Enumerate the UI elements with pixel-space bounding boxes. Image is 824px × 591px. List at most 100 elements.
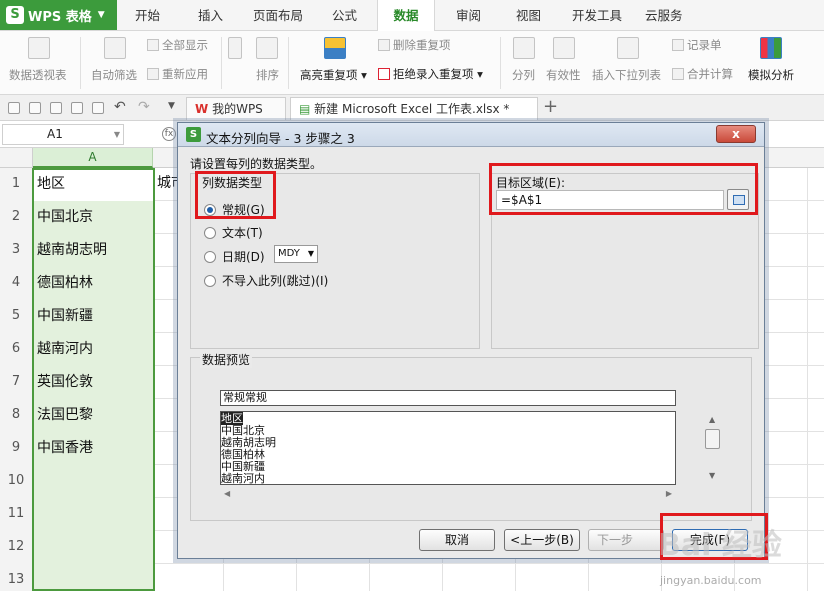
cancel-button[interactable]: 取消 bbox=[419, 529, 495, 551]
close-button[interactable]: x bbox=[716, 125, 756, 143]
preview-horizontal-scrollbar[interactable]: ◀ ▶ bbox=[220, 489, 676, 501]
row-header[interactable]: 4 bbox=[0, 267, 33, 300]
cell-a[interactable] bbox=[33, 498, 153, 531]
cell-a[interactable]: 地区 bbox=[33, 168, 153, 201]
cell-a[interactable] bbox=[33, 531, 153, 564]
tab-home[interactable]: 开始 bbox=[135, 0, 160, 31]
highlight-duplicates-icon bbox=[324, 37, 346, 59]
record-form-icon bbox=[672, 39, 684, 51]
row-header[interactable]: 6 bbox=[0, 333, 33, 366]
tab-formula[interactable]: 公式 bbox=[332, 0, 357, 31]
data-preview-title: 数据预览 bbox=[200, 351, 253, 368]
tab-review[interactable]: 审阅 bbox=[456, 0, 481, 31]
scroll-right-icon[interactable]: ▶ bbox=[666, 489, 672, 498]
cell-a[interactable]: 越南河内 bbox=[33, 333, 153, 366]
preview-row-text: 越南河内 bbox=[221, 472, 265, 485]
merge-calc-icon bbox=[672, 68, 684, 80]
cell-a[interactable] bbox=[33, 564, 153, 591]
radio-date[interactable]: 日期(D) bbox=[204, 248, 265, 265]
pivot-table-button[interactable]: 数据透视表 bbox=[9, 67, 67, 83]
sort-button[interactable]: 排序 bbox=[256, 67, 279, 83]
autofilter-button[interactable]: 自动筛选 bbox=[91, 67, 137, 83]
record-form-button[interactable]: 记录单 bbox=[672, 37, 722, 53]
row-header[interactable]: 11 bbox=[0, 498, 33, 531]
tab-workbook[interactable]: ▤ 新建 Microsoft Excel 工作表.xlsx * ✕ bbox=[290, 97, 538, 138]
row-header[interactable]: 7 bbox=[0, 366, 33, 399]
insert-function-icon[interactable]: fx bbox=[162, 127, 176, 141]
highlight-duplicates-button[interactable]: 高亮重复项 ▾ bbox=[300, 67, 367, 83]
merge-calc-button[interactable]: 合并计算 bbox=[672, 66, 733, 82]
scroll-left-icon[interactable]: ◀ bbox=[224, 489, 230, 498]
print-preview-icon[interactable] bbox=[92, 102, 104, 114]
scroll-up-icon[interactable]: ▲ bbox=[709, 415, 715, 424]
cell-a[interactable]: 法国巴黎 bbox=[33, 399, 153, 432]
ribbon: 数据透视表 自动筛选 全部显示 重新应用 排序 高亮重复项 ▾ 删除重复项 拒绝… bbox=[0, 31, 824, 95]
row-header[interactable]: 3 bbox=[0, 234, 33, 267]
print-icon[interactable] bbox=[71, 102, 83, 114]
radio-text[interactable]: 文本(T) bbox=[204, 224, 263, 241]
cell-a[interactable]: 中国新疆 bbox=[33, 300, 153, 333]
dialog-title: 文本分列向导 - 3 步骤之 3 bbox=[206, 131, 355, 146]
ribbon-divider bbox=[221, 37, 222, 89]
row-header[interactable]: 12 bbox=[0, 531, 33, 564]
validity-button[interactable]: 有效性 bbox=[546, 67, 581, 83]
new-tab-button[interactable]: + bbox=[543, 96, 558, 117]
next-button[interactable]: 下一步 bbox=[588, 529, 664, 551]
quick-access-dropdown-icon[interactable]: ▼ bbox=[168, 101, 175, 111]
row-header[interactable]: 13 bbox=[0, 564, 33, 591]
radio-skip-column[interactable]: 不导入此列(跳过)(I) bbox=[204, 272, 328, 289]
radio-icon bbox=[204, 226, 216, 239]
preview-vertical-scrollbar[interactable]: ▲ ▼ bbox=[705, 415, 721, 481]
tab-page-layout[interactable]: 页面布局 bbox=[253, 0, 303, 31]
back-button[interactable]: <上一步(B) bbox=[504, 529, 580, 551]
ribbon-divider bbox=[288, 37, 289, 89]
tab-developer[interactable]: 开发工具 bbox=[572, 0, 622, 31]
export-pdf-icon[interactable] bbox=[50, 102, 62, 114]
row-header[interactable]: 8 bbox=[0, 399, 33, 432]
chevron-down-icon: ▼ bbox=[97, 10, 105, 20]
cell-a[interactable]: 德国柏林 bbox=[33, 267, 153, 300]
name-box[interactable]: A1 ▼ bbox=[2, 124, 124, 145]
cell-a[interactable] bbox=[33, 465, 153, 498]
date-format-select[interactable]: MDY ▼ bbox=[274, 245, 318, 263]
tab-data[interactable]: 数据 bbox=[377, 0, 435, 32]
sheet-file-icon: ▤ bbox=[299, 102, 311, 116]
row-header[interactable]: 5 bbox=[0, 300, 33, 333]
app-menu-button[interactable]: S WPS 表格 ▼ bbox=[0, 0, 117, 30]
row-header[interactable]: 2 bbox=[0, 201, 33, 234]
tab-insert[interactable]: 插入 bbox=[198, 0, 223, 31]
new-file-icon[interactable] bbox=[8, 102, 20, 114]
preview-column-header[interactable]: 常规常规 bbox=[220, 390, 676, 406]
cell-a[interactable]: 中国香港 bbox=[33, 432, 153, 465]
remove-duplicates-icon bbox=[378, 39, 390, 51]
sort-asc-icon bbox=[228, 37, 242, 59]
redo-icon[interactable]: ↷ bbox=[138, 99, 150, 115]
reapply-button[interactable]: 重新应用 bbox=[147, 66, 208, 82]
range-picker-icon[interactable] bbox=[727, 189, 749, 210]
tab-my-wps[interactable]: W 我的WPS bbox=[186, 97, 286, 120]
cell-a[interactable]: 英国伦敦 bbox=[33, 366, 153, 399]
save-icon[interactable] bbox=[29, 102, 41, 114]
reject-duplicates-button[interactable]: 拒绝录入重复项 ▾ bbox=[378, 66, 483, 82]
row-header[interactable]: 1 bbox=[0, 168, 33, 201]
radio-general[interactable]: 常规(G) bbox=[204, 201, 265, 218]
tab-cloud[interactable]: 云服务 bbox=[645, 0, 683, 31]
cell-a[interactable]: 中国北京 bbox=[33, 201, 153, 234]
tab-view[interactable]: 视图 bbox=[516, 0, 541, 31]
what-if-analysis-button[interactable]: 模拟分析 bbox=[748, 67, 794, 83]
row-header[interactable]: 9 bbox=[0, 432, 33, 465]
scroll-down-icon[interactable]: ▼ bbox=[709, 471, 715, 480]
remove-duplicates-button[interactable]: 删除重复项 bbox=[378, 37, 451, 53]
insert-dropdown-button[interactable]: 插入下拉列表 bbox=[592, 67, 661, 83]
row-header[interactable]: 10 bbox=[0, 465, 33, 498]
dialog-title-bar[interactable]: S 文本分列向导 - 3 步骤之 3 x bbox=[178, 123, 764, 147]
target-area-input[interactable]: =$A$1 bbox=[496, 190, 724, 210]
undo-icon[interactable]: ↶ bbox=[114, 99, 126, 115]
column-header-a[interactable]: A bbox=[33, 148, 153, 168]
scroll-thumb[interactable] bbox=[705, 429, 720, 449]
show-all-button[interactable]: 全部显示 bbox=[147, 37, 208, 53]
split-column-button[interactable]: 分列 bbox=[512, 67, 535, 83]
cell-a[interactable]: 越南胡志明 bbox=[33, 234, 153, 267]
finish-button[interactable]: 完成(F) bbox=[672, 529, 748, 551]
select-all-corner[interactable] bbox=[0, 148, 33, 168]
